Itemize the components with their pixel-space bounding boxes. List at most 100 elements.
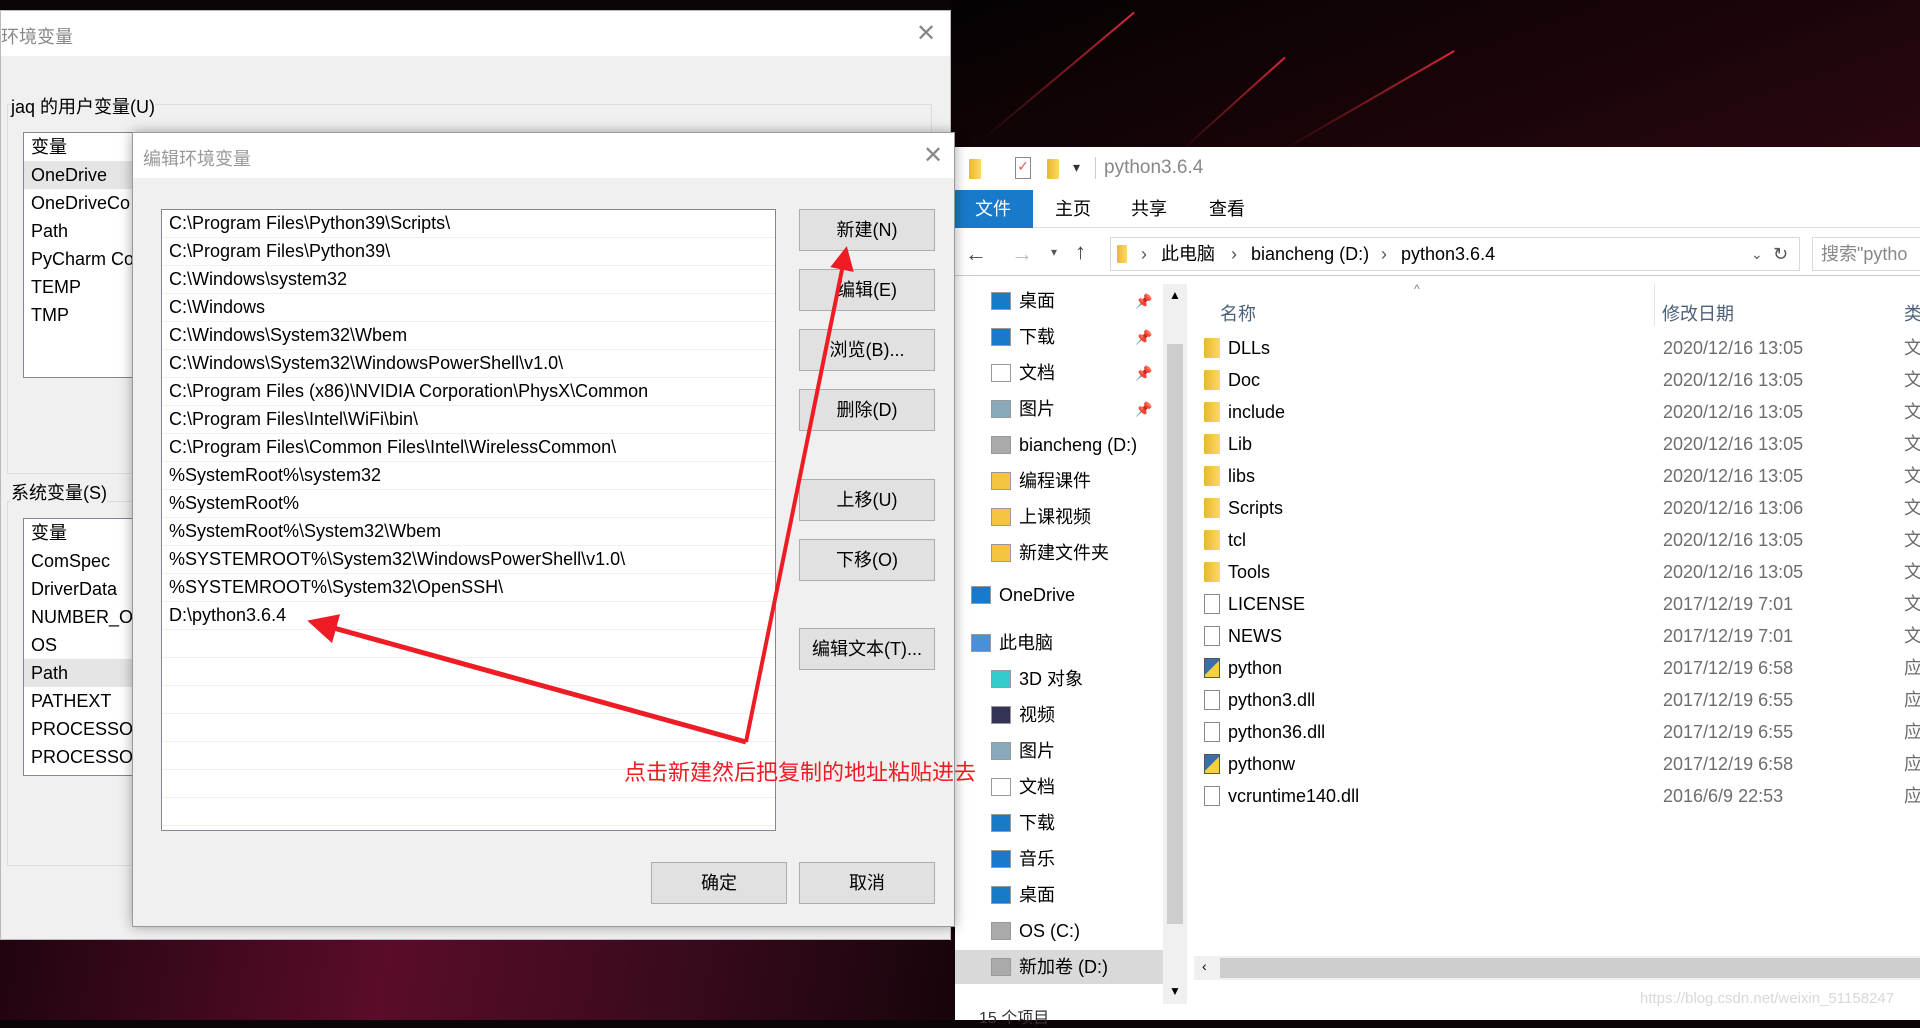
nav-item[interactable]: 下载	[955, 806, 1163, 840]
edit-button[interactable]: 编辑(E)	[799, 269, 935, 311]
pin-icon[interactable]: 📌	[1135, 356, 1152, 390]
chevron-down-icon[interactable]: ⌄	[1751, 238, 1763, 270]
file-row[interactable]: Scripts 2020/12/16 13:06 文	[1194, 492, 1920, 524]
nav-scrollbar[interactable]: ▲ ▼	[1163, 284, 1187, 1004]
new-button[interactable]: 新建(N)	[799, 209, 935, 251]
file-row[interactable]: Lib 2020/12/16 13:05 文	[1194, 428, 1920, 460]
tab-home[interactable]: 主页	[1035, 190, 1111, 228]
ok-button[interactable]: 确定	[651, 862, 787, 904]
nav-item[interactable]: 桌面 📌	[955, 284, 1163, 318]
file-row[interactable]: Tools 2020/12/16 13:05 文	[1194, 556, 1920, 588]
pin-icon[interactable]: 📌	[1135, 284, 1152, 318]
scrollbar-thumb[interactable]	[1220, 958, 1920, 978]
nav-item-icon	[991, 292, 1011, 310]
refresh-icon[interactable]: ↻	[1773, 238, 1788, 270]
nav-item[interactable]: 此电脑	[955, 626, 1163, 660]
forward-icon[interactable]: →	[1011, 241, 1033, 267]
column-header-date[interactable]: 修改日期	[1662, 300, 1734, 326]
close-icon[interactable]: ✕	[923, 141, 943, 170]
scroll-left-icon[interactable]: ‹	[1202, 958, 1207, 974]
file-row[interactable]: NEWS 2017/12/19 7:01 文	[1194, 620, 1920, 652]
path-entry[interactable]: C:\Windows\System32\Wbem	[162, 322, 775, 350]
scrollbar-thumb[interactable]	[1167, 344, 1183, 924]
column-header-name[interactable]: 名称	[1220, 300, 1256, 326]
nav-item[interactable]: 3D 对象	[955, 662, 1163, 696]
path-entry[interactable]: C:\Program Files (x86)\NVIDIA Corporatio…	[162, 378, 775, 406]
file-row[interactable]: DLLs 2020/12/16 13:05 文	[1194, 332, 1920, 364]
nav-item[interactable]: 文档	[955, 770, 1163, 804]
browse-button[interactable]: 浏览(B)...	[799, 329, 935, 371]
file-row[interactable]: python 2017/12/19 6:58 应	[1194, 652, 1920, 684]
tab-share[interactable]: 共享	[1111, 190, 1187, 228]
file-row[interactable]: LICENSE 2017/12/19 7:01 文	[1194, 588, 1920, 620]
path-entry[interactable]: %SystemRoot%\System32\Wbem	[162, 518, 775, 546]
path-entry[interactable]: %SystemRoot%	[162, 490, 775, 518]
path-entry[interactable]: C:\Program Files\Python39\	[162, 238, 775, 266]
nav-item[interactable]: biancheng (D:)	[955, 428, 1163, 462]
nav-item[interactable]: 新加卷 (D:)	[955, 950, 1163, 984]
nav-item[interactable]: 上课视频	[955, 500, 1163, 534]
nav-item[interactable]: 图片 📌	[955, 392, 1163, 426]
path-entry[interactable]: %SYSTEMROOT%\System32\OpenSSH\	[162, 574, 775, 602]
file-row[interactable]: libs 2020/12/16 13:05 文	[1194, 460, 1920, 492]
path-entry[interactable]: C:\Program Files\Python39\Scripts\	[162, 210, 775, 238]
breadcrumb-item[interactable]: biancheng (D:)	[1251, 238, 1369, 270]
nav-item[interactable]: 音乐	[955, 842, 1163, 876]
nav-item[interactable]: OneDrive	[955, 578, 1163, 612]
breadcrumb-item[interactable]: 此电脑	[1161, 238, 1215, 270]
tab-view[interactable]: 查看	[1189, 190, 1265, 228]
search-input[interactable]: 搜索"pytho	[1812, 237, 1920, 271]
up-icon[interactable]: ↑	[1075, 239, 1086, 265]
nav-item[interactable]: 图片	[955, 734, 1163, 768]
delete-button[interactable]: 删除(D)	[799, 389, 935, 431]
pin-icon[interactable]: 📌	[1135, 320, 1152, 354]
path-entry[interactable]: C:\Windows\System32\WindowsPowerShell\v1…	[162, 350, 775, 378]
properties-icon[interactable]: ✓	[1015, 157, 1031, 179]
path-entry[interactable]	[162, 714, 775, 742]
path-entry[interactable]	[162, 630, 775, 658]
nav-item[interactable]: OS (C:)	[955, 914, 1163, 948]
file-row[interactable]: pythonw 2017/12/19 6:58 应	[1194, 748, 1920, 780]
nav-item[interactable]: 文档 📌	[955, 356, 1163, 390]
edit-text-button[interactable]: 编辑文本(T)...	[799, 628, 935, 670]
path-entry[interactable]: %SystemRoot%\system32	[162, 462, 775, 490]
path-entry[interactable]: D:\python3.6.4	[162, 602, 775, 630]
nav-item[interactable]: 新建文件夹	[955, 536, 1163, 570]
address-bar[interactable]: › 此电脑 › biancheng (D:) › python3.6.4 ⌄ ↻	[1110, 237, 1800, 271]
path-entry[interactable]: C:\Windows	[162, 294, 775, 322]
new-folder-icon[interactable]	[1047, 159, 1059, 179]
file-row[interactable]: python3.dll 2017/12/19 6:55 应	[1194, 684, 1920, 716]
file-row[interactable]: include 2020/12/16 13:05 文	[1194, 396, 1920, 428]
path-entry[interactable]: C:\Windows\system32	[162, 266, 775, 294]
file-row[interactable]: python36.dll 2017/12/19 6:55 应	[1194, 716, 1920, 748]
scroll-up-icon[interactable]: ▲	[1169, 288, 1181, 302]
breadcrumb-item[interactable]: python3.6.4	[1401, 238, 1495, 270]
recent-locations-icon[interactable]: ▾	[1051, 245, 1057, 259]
nav-item[interactable]: 视频	[955, 698, 1163, 732]
file-row[interactable]: vcruntime140.dll 2016/6/9 22:53 应	[1194, 780, 1920, 812]
path-entry[interactable]: C:\Program Files\Common Files\Intel\Wire…	[162, 434, 775, 462]
file-row[interactable]: tcl 2020/12/16 13:05 文	[1194, 524, 1920, 556]
path-entry[interactable]	[162, 658, 775, 686]
nav-item[interactable]: 下载 📌	[955, 320, 1163, 354]
scroll-down-icon[interactable]: ▼	[1169, 984, 1181, 998]
path-entry[interactable]	[162, 798, 775, 826]
close-icon[interactable]: ✕	[916, 19, 936, 48]
tab-file[interactable]: 文件	[955, 190, 1033, 228]
move-up-button[interactable]: 上移(U)	[799, 479, 935, 521]
back-icon[interactable]: ←	[965, 241, 987, 267]
path-entry[interactable]	[162, 686, 775, 714]
nav-item[interactable]: 编程课件	[955, 464, 1163, 498]
nav-item-icon	[971, 634, 991, 652]
path-entry[interactable]: %SYSTEMROOT%\System32\WindowsPowerShell\…	[162, 546, 775, 574]
path-entry[interactable]: C:\Program Files\Intel\WiFi\bin\	[162, 406, 775, 434]
cancel-button[interactable]: 取消	[799, 862, 935, 904]
move-down-button[interactable]: 下移(O)	[799, 539, 935, 581]
path-list[interactable]: C:\Program Files\Python39\Scripts\ C:\Pro…	[161, 209, 776, 831]
nav-item[interactable]: 桌面	[955, 878, 1163, 912]
horizontal-scrollbar[interactable]: ‹	[1194, 956, 1920, 980]
column-header-type[interactable]: 类	[1904, 300, 1920, 326]
pin-icon[interactable]: 📌	[1135, 392, 1152, 426]
customize-toolbar-icon[interactable]: ▾	[1073, 159, 1080, 176]
file-row[interactable]: Doc 2020/12/16 13:05 文	[1194, 364, 1920, 396]
